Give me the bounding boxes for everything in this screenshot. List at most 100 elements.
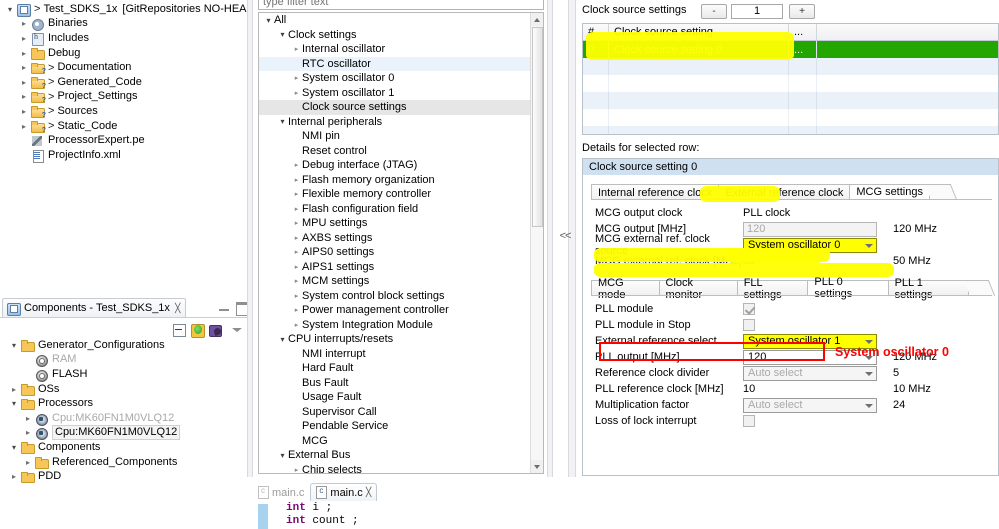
settings-tree[interactable]: ▾ All ▾ Clock settings ▸ Internal oscillator R… <box>259 13 531 473</box>
project-tree-item[interactable]: ProcessorExpert.pe <box>0 133 250 148</box>
settings-tree-item[interactable]: ▸ AXBS settings <box>259 231 531 246</box>
expand-arrow-open-icon[interactable]: ▾ <box>277 335 288 344</box>
chevron-down-icon[interactable] <box>865 243 873 248</box>
mcg-field-combo[interactable]: System oscillator 0 <box>743 237 877 253</box>
expand-arrow-open-icon[interactable]: ▾ <box>277 117 288 126</box>
project-tree-item[interactable]: ▸? > Generated_Code <box>0 75 250 90</box>
settings-tree-item[interactable]: ▸ Flexible memory controller <box>259 187 531 202</box>
expand-arrow-closed-icon[interactable]: ▸ <box>291 176 302 184</box>
scroll-down-icon[interactable] <box>531 460 543 473</box>
editor-tabbar[interactable]: main.cmain.c╳ <box>252 482 378 501</box>
components-tree-item[interactable]: ▸ Cpu:MK60FN1M0VLQ12 <box>0 425 250 441</box>
project-explorer-tree[interactable]: ▾ > Test_SDKS_1x [GitRepositories NO-HEAD] ▸… <box>0 0 250 290</box>
components-tree-item[interactable]: RAM <box>0 353 250 368</box>
expand-arrow-closed-icon[interactable]: ▸ <box>291 234 302 242</box>
settings-tree-item[interactable]: Usage Fault <box>259 390 531 405</box>
scroll-up-icon[interactable] <box>531 13 543 26</box>
panel-divider-mid[interactable] <box>547 0 553 477</box>
settings-tree-item[interactable]: ▸ System oscillator 0 <box>259 71 531 86</box>
project-tree-item[interactable]: ▸? > Documentation <box>0 60 250 75</box>
table-row[interactable]: 0 Clock source setting 0... <box>583 41 998 58</box>
settings-tree-item[interactable]: RTC oscillator <box>259 56 531 71</box>
project-tree-item[interactable]: ▸? > Project_Settings <box>0 90 250 104</box>
components-tree-item[interactable]: ▾ Processors <box>0 396 250 411</box>
pll-tab[interactable]: FLL settings <box>736 277 809 301</box>
settings-filter-input[interactable] <box>258 0 544 10</box>
settings-tree-scrollbar[interactable] <box>530 13 543 473</box>
settings-tree-item[interactable]: ▸ MPU settings <box>259 216 531 231</box>
mcg-tab[interactable]: MCG settings <box>849 184 930 200</box>
mcg-field-input[interactable]: 120 <box>743 221 877 237</box>
table-row-empty[interactable] <box>583 92 998 109</box>
table-row-empty[interactable] <box>583 126 998 134</box>
expand-arrow-open-icon[interactable]: ▾ <box>277 451 288 460</box>
settings-tree-item[interactable]: Hard Fault <box>259 361 531 376</box>
settings-tree-item[interactable]: ▸ Internal oscillator <box>259 42 531 57</box>
expand-arrow-closed-icon[interactable]: ▸ <box>8 385 20 394</box>
collapse-all-icon[interactable] <box>172 323 187 337</box>
mcg-settings-form[interactable]: MCG output clock PLL clock MCG output [MHz… <box>595 205 990 269</box>
settings-tree-item[interactable]: ▾ CPU interrupts/resets <box>259 332 531 347</box>
settings-tree-item[interactable]: ▸ System oscillator 1 <box>259 86 531 101</box>
expand-arrow-closed-icon[interactable]: ▸ <box>291 277 302 285</box>
table-body[interactable]: 0 Clock source setting 0... <box>583 41 998 134</box>
row-menu[interactable]: ... <box>789 41 817 58</box>
mcg-tab[interactable]: External reference clock <box>718 184 851 200</box>
settings-tree-item[interactable]: Pendable Service <box>259 419 531 434</box>
expand-arrow-closed-icon[interactable]: ▸ <box>291 205 302 213</box>
expand-arrow-closed-icon[interactable]: ▸ <box>22 428 34 437</box>
settings-tree-item[interactable]: ▾ Internal peripherals <box>259 115 531 130</box>
project-tree-item[interactable]: ▾ > Test_SDKS_1x [GitRepositories NO-HEAD] <box>0 2 250 17</box>
settings-tree-item[interactable]: Bus Fault <box>259 376 531 391</box>
pll-field-checkbox[interactable] <box>743 303 755 315</box>
clock-source-table[interactable]: # Clock source setting... 0 Clock source s… <box>582 23 999 135</box>
close-icon[interactable]: ╳ <box>175 303 180 314</box>
expand-arrow-closed-icon[interactable]: ▸ <box>22 414 34 423</box>
pll-tab[interactable]: PLL 0 settings <box>807 276 889 300</box>
components-tree-item[interactable]: FLASH <box>0 367 250 382</box>
settings-tree-item[interactable]: ▸ Power management controller <box>259 303 531 318</box>
pll-field-combo[interactable]: Auto select <box>743 397 877 413</box>
table-column-header[interactable]: Clock source setting <box>609 24 789 40</box>
chevron-down-icon[interactable] <box>865 403 873 408</box>
table-row-empty[interactable] <box>583 109 998 126</box>
expand-arrow-closed-icon[interactable]: ▸ <box>291 45 302 53</box>
expand-arrow-closed-icon[interactable]: ▸ <box>291 161 302 169</box>
components-tree-item[interactable]: ▸ OSs <box>0 382 250 397</box>
expand-arrow-closed-icon[interactable]: ▸ <box>18 19 30 28</box>
mcg-tab[interactable]: Internal reference clock <box>591 184 720 200</box>
expand-arrow-closed-icon[interactable]: ▸ <box>291 466 302 473</box>
expand-arrow-closed-icon[interactable]: ▸ <box>18 78 30 87</box>
settings-tree-item[interactable]: Supervisor Call <box>259 405 531 420</box>
expand-arrow-closed-icon[interactable]: ▸ <box>18 92 30 101</box>
project-tree-item[interactable]: ▸? > Sources <box>0 104 250 119</box>
expand-arrow-open-icon[interactable]: ▾ <box>263 16 274 25</box>
expand-arrow-closed-icon[interactable]: ▸ <box>22 458 34 467</box>
decrement-button[interactable]: - <box>701 4 727 19</box>
project-tree-item[interactable]: ▸ Includes <box>0 31 250 46</box>
components-tree-item[interactable]: ▾ Components <box>0 440 250 455</box>
settings-tree-item[interactable]: Clock source settings <box>259 100 531 115</box>
settings-tree-item[interactable]: ▾ Clock settings <box>259 28 531 43</box>
chevron-down-icon[interactable] <box>865 371 873 376</box>
expand-arrow-closed-icon[interactable]: ▸ <box>18 34 30 43</box>
expand-arrow-closed-icon[interactable]: ▸ <box>291 190 302 198</box>
expand-arrow-closed-icon[interactable]: ▸ <box>291 219 302 227</box>
settings-tree-item[interactable]: Reset control <box>259 144 531 159</box>
expand-arrow-open-icon[interactable]: ▾ <box>8 399 20 408</box>
editor-tab[interactable]: main.c <box>252 483 310 501</box>
project-tree-item[interactable]: ProjectInfo.xml <box>0 148 250 163</box>
table-row-empty[interactable] <box>583 75 998 92</box>
pll-field-combo[interactable]: Auto select <box>743 365 877 381</box>
chevron-down-icon[interactable] <box>865 339 873 344</box>
pll-field-checkbox[interactable] <box>743 415 755 427</box>
expand-arrow-closed-icon[interactable]: ▸ <box>291 74 302 82</box>
increment-button[interactable]: + <box>789 4 815 19</box>
expand-arrow-closed-icon[interactable]: ▸ <box>18 49 30 58</box>
expand-arrow-closed-icon[interactable]: ▸ <box>18 63 30 72</box>
components-tree-item[interactable]: ▸ Referenced_Components <box>0 455 250 470</box>
close-icon[interactable]: ╳ <box>366 487 371 498</box>
settings-tree-item[interactable]: ▾ External Bus <box>259 448 531 463</box>
panel-divider-left[interactable] <box>247 0 253 477</box>
expand-arrow-closed-icon[interactable]: ▸ <box>291 248 302 256</box>
